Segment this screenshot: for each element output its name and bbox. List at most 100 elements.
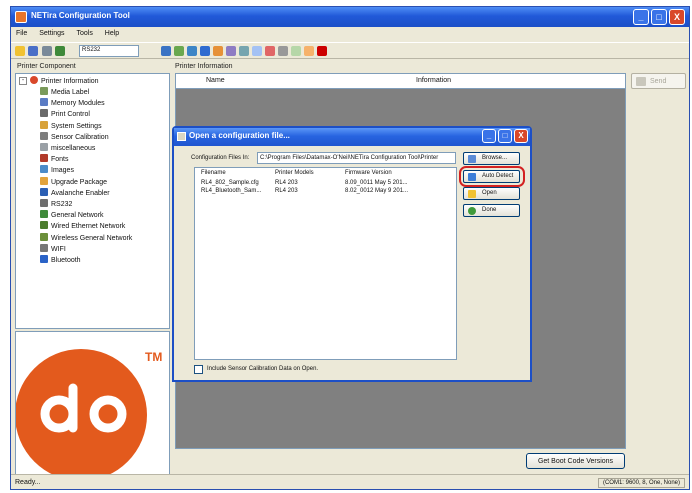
table-icon[interactable]: [174, 46, 184, 56]
tree-item[interactable]: Images: [40, 165, 74, 176]
tree-item-label: Memory Modules: [51, 100, 105, 108]
font-icon: [40, 154, 48, 163]
component-tree[interactable]: - Printer Information Media Label Memory …: [15, 73, 170, 329]
connect-icon[interactable]: [55, 46, 65, 56]
tree-item[interactable]: WIFI: [40, 243, 66, 255]
status-bar: Ready... (COM1: 9600, 8, One, None): [11, 474, 689, 489]
stop-icon[interactable]: [317, 46, 327, 56]
serial-icon: [40, 199, 48, 207]
bluetooth-icon: [40, 255, 48, 263]
refresh-icon[interactable]: [187, 46, 197, 56]
send-button[interactable]: Send: [631, 73, 686, 89]
tree-item[interactable]: Sensor Calibration: [40, 131, 109, 143]
browse-button[interactable]: Browse...: [463, 152, 520, 165]
printer-icon[interactable]: [213, 46, 223, 56]
save-icon[interactable]: [28, 46, 38, 56]
menu-tools[interactable]: Tools: [71, 27, 97, 37]
dialog-icon: [177, 132, 186, 141]
label-icon[interactable]: [239, 46, 249, 56]
grid-icon[interactable]: [161, 46, 171, 56]
tree-item[interactable]: Upgrade Package: [40, 176, 107, 188]
tree-item-label: Wired Ethernet Network: [51, 223, 126, 231]
send-label: Send: [650, 78, 667, 85]
tree-item-label: Fonts: [51, 156, 69, 164]
pen-icon[interactable]: [291, 46, 301, 56]
file-list-cell[interactable]: RL4_802_Sample.cfg: [201, 180, 259, 186]
open-folder-icon[interactable]: [15, 46, 25, 56]
wireless-icon: [40, 232, 48, 241]
file-list-cell[interactable]: 8.02_0012 May 9 201...: [345, 188, 408, 194]
tree-item-label: General Network: [51, 212, 104, 220]
connection-status: (COM1: 9600, 8, One, None): [597, 478, 685, 488]
tree-item[interactable]: Media Label: [40, 87, 89, 98]
open-label: Open: [482, 190, 497, 196]
open-folder-icon: [468, 190, 476, 198]
tree-item[interactable]: System Settings: [40, 120, 102, 132]
tree-item[interactable]: Fonts: [40, 154, 69, 165]
tree-item[interactable]: RS232: [40, 199, 72, 210]
column-name-header[interactable]: Name: [206, 77, 225, 84]
app-icon: [15, 11, 27, 23]
printer-information-label: Printer Information: [175, 63, 233, 70]
open-button[interactable]: Open: [463, 187, 520, 200]
port-select[interactable]: RS232: [79, 45, 139, 57]
tree-root[interactable]: Printer Information: [30, 76, 99, 87]
dialog-maximize-button[interactable]: □: [498, 129, 512, 143]
ethernet-icon: [40, 221, 48, 230]
arrow-right-icon[interactable]: [200, 46, 210, 56]
config-file-list[interactable]: Filename Printer Models Firmware Version…: [194, 167, 457, 360]
print-control-icon: [40, 109, 48, 118]
get-boot-code-versions-button[interactable]: Get Boot Code Versions: [526, 453, 625, 469]
file-list-cell[interactable]: RL4_Bluetooth_Sam...: [201, 188, 261, 194]
open-config-dialog: Open a configuration file... _ □ X Confi…: [172, 126, 532, 382]
window-title: NETira Configuration Tool: [31, 11, 130, 20]
column-information-header[interactable]: Information: [416, 77, 451, 84]
tree-item-label: Print Control: [51, 111, 90, 119]
minimize-button[interactable]: _: [633, 9, 649, 25]
tree-collapse-toggle[interactable]: -: [19, 77, 27, 85]
warning-icon[interactable]: [304, 46, 314, 56]
tree-item[interactable]: Wireless General Network: [40, 232, 132, 244]
menu-bar: File Settings Tools Help: [11, 27, 689, 41]
printer-models-column-header[interactable]: Printer Models: [275, 170, 314, 176]
filename-column-header[interactable]: Filename: [201, 170, 226, 176]
menu-help[interactable]: Help: [100, 27, 124, 37]
tree-item[interactable]: Wired Ethernet Network: [40, 221, 125, 232]
menu-settings[interactable]: Settings: [34, 27, 69, 37]
tree-item-label: Bluetooth: [51, 257, 81, 264]
query-icon[interactable]: [226, 46, 236, 56]
tree-item[interactable]: Memory Modules: [40, 98, 105, 109]
misc-icon: [40, 143, 48, 151]
auto-detect-button[interactable]: Auto Detect: [463, 170, 520, 183]
print-icon[interactable]: [278, 46, 288, 56]
package-icon: [40, 176, 48, 185]
tree-item[interactable]: miscellaneous: [40, 143, 95, 154]
tree-item[interactable]: Bluetooth: [40, 255, 81, 266]
upload-icon[interactable]: [265, 46, 275, 56]
network-icon: [40, 210, 48, 219]
done-label: Done: [482, 207, 497, 213]
dialog-close-button[interactable]: X: [514, 129, 528, 143]
wand-icon[interactable]: [42, 46, 52, 56]
config-path-field[interactable]: C:\Program Files\Datamax-O'Neil\NETira C…: [257, 152, 456, 164]
close-button[interactable]: X: [669, 9, 685, 25]
title-bar: NETira Configuration Tool _ □ X: [11, 7, 689, 27]
menu-file[interactable]: File: [11, 27, 32, 37]
include-sensor-calibration-checkbox[interactable]: [194, 365, 203, 374]
download-icon[interactable]: [252, 46, 262, 56]
logo-panel: TM: [15, 331, 170, 479]
trademark-mark: TM: [145, 350, 163, 364]
file-list-cell[interactable]: 8.09_0011 May 5 201...: [345, 180, 408, 186]
tree-item[interactable]: Avalanche Enabler: [40, 187, 110, 199]
tree-item[interactable]: Print Control: [40, 109, 90, 120]
sensor-icon: [40, 131, 48, 140]
done-icon: [468, 207, 476, 215]
file-list-cell[interactable]: RL4 203: [275, 188, 298, 194]
maximize-button[interactable]: □: [651, 9, 667, 25]
done-button[interactable]: Done: [463, 204, 520, 217]
tree-item-label: Avalanche Enabler: [51, 189, 110, 197]
dialog-minimize-button[interactable]: _: [482, 129, 496, 143]
firmware-version-column-header[interactable]: Firmware Version: [345, 170, 392, 176]
tree-item[interactable]: General Network: [40, 210, 104, 221]
file-list-cell[interactable]: RL4 203: [275, 180, 298, 186]
